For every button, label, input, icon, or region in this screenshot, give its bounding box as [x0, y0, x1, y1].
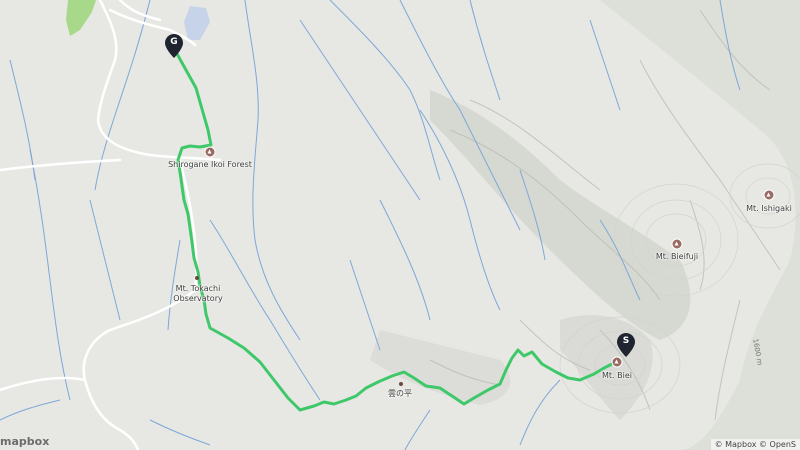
tokachi-observatory-label-line2: Observatory	[173, 294, 223, 303]
goal-marker[interactable]: G	[165, 34, 183, 58]
mt-bieifuji-label: Mt. Bieifuji	[655, 252, 699, 261]
shirogane-poi-icon[interactable]	[204, 146, 216, 158]
start-marker-letter: S	[622, 336, 630, 346]
tokachi-observatory-label-line1: Mt. Tokachi	[175, 284, 221, 293]
goal-marker-letter: G	[170, 37, 178, 47]
start-marker[interactable]: S	[617, 333, 635, 357]
mt-ishigaki-poi-icon[interactable]	[763, 189, 775, 201]
kumonotaira-dot-icon[interactable]	[399, 382, 403, 386]
map-canvas[interactable]: Shirogane Ikoi Forest Mt. Tokachi Observ…	[0, 0, 800, 450]
park-area	[66, 0, 96, 36]
mt-ishigaki-label: Mt. Ishigaki	[746, 204, 792, 213]
map-attribution[interactable]: © Mapbox © OpenS	[710, 439, 800, 450]
mapbox-logo[interactable]: mapbox	[0, 435, 49, 448]
roads	[0, 0, 222, 450]
mt-biei-label: Mt. Biei	[602, 371, 632, 380]
mt-biei-poi-icon[interactable]	[611, 356, 623, 368]
tokachi-observatory-dot-icon[interactable]	[195, 276, 199, 280]
mt-bieifuji-poi-icon[interactable]	[671, 238, 683, 250]
kumonotaira-label: 雲の平	[388, 389, 412, 398]
shirogane-label: Shirogane Ikoi Forest	[168, 160, 252, 169]
water-area	[184, 6, 210, 40]
